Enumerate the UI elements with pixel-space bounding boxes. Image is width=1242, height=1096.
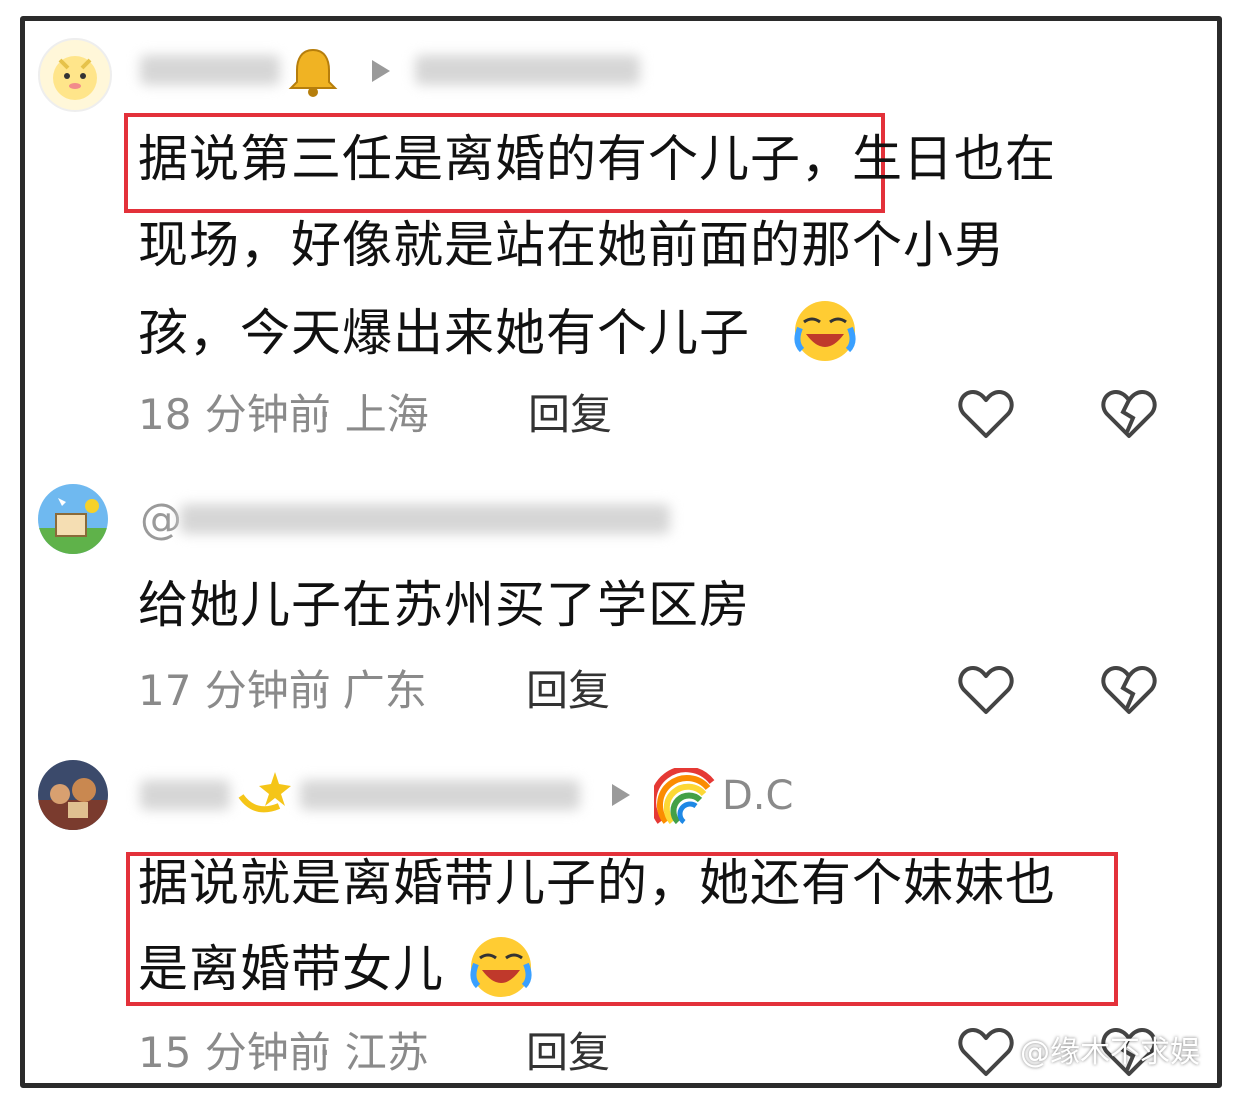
reply-button[interactable]: 回复: [526, 670, 610, 712]
heart-icon[interactable]: [958, 388, 1014, 444]
broken-heart-icon[interactable]: [1101, 664, 1157, 720]
sparkle-emoji: [235, 766, 295, 826]
comment-time: 18 分钟前: [138, 390, 331, 439]
reply-button[interactable]: 回复: [526, 1032, 610, 1074]
comment-location: · 广东: [316, 666, 427, 715]
heart-icon[interactable]: [958, 1026, 1014, 1082]
comment-time: 15 分钟前: [138, 1028, 331, 1077]
broken-heart-icon[interactable]: [1101, 388, 1157, 444]
avatar[interactable]: [38, 484, 108, 554]
laughing-crying-emoji: [792, 298, 858, 368]
comment-text-line: 孩，今天爆出来她有个儿子: [138, 304, 750, 362]
comment-location: · 上海: [318, 390, 429, 439]
watermark: @缘木不求娱: [1020, 1035, 1200, 1070]
comment-text-line: 据说第三任是离婚的有个儿子，生日也在: [138, 130, 1056, 188]
arrow-right-icon: [372, 60, 390, 82]
username-suffix: D.C: [722, 773, 794, 819]
username-blurred[interactable]: [180, 504, 670, 534]
comment-text-line: 现场，好像就是站在她前面的那个小男: [138, 216, 1005, 274]
reply-target-blurred[interactable]: [415, 55, 640, 85]
username-blurred[interactable]: [140, 780, 230, 810]
comment-text-line: 据说就是离婚带儿子的，她还有个妹妹也: [138, 854, 1056, 912]
bell-icon: [285, 44, 341, 104]
username-blurred[interactable]: [140, 55, 280, 85]
avatar[interactable]: [38, 760, 108, 830]
rainbow-emoji: [650, 766, 718, 828]
mention-prefix: @: [140, 494, 182, 543]
comment-time: 17 分钟前: [138, 666, 331, 715]
avatar[interactable]: [38, 38, 112, 112]
heart-icon[interactable]: [958, 664, 1014, 720]
laughing-crying-emoji: [468, 934, 534, 1004]
arrow-right-icon: [612, 784, 630, 806]
comment-text-line: 给她儿子在苏州买了学区房: [138, 576, 750, 634]
reply-button[interactable]: 回复: [528, 394, 612, 436]
comment-location: · 江苏: [318, 1028, 429, 1077]
username-blurred[interactable]: [300, 780, 580, 810]
comment-text-line: 是离婚带女儿: [138, 940, 444, 998]
